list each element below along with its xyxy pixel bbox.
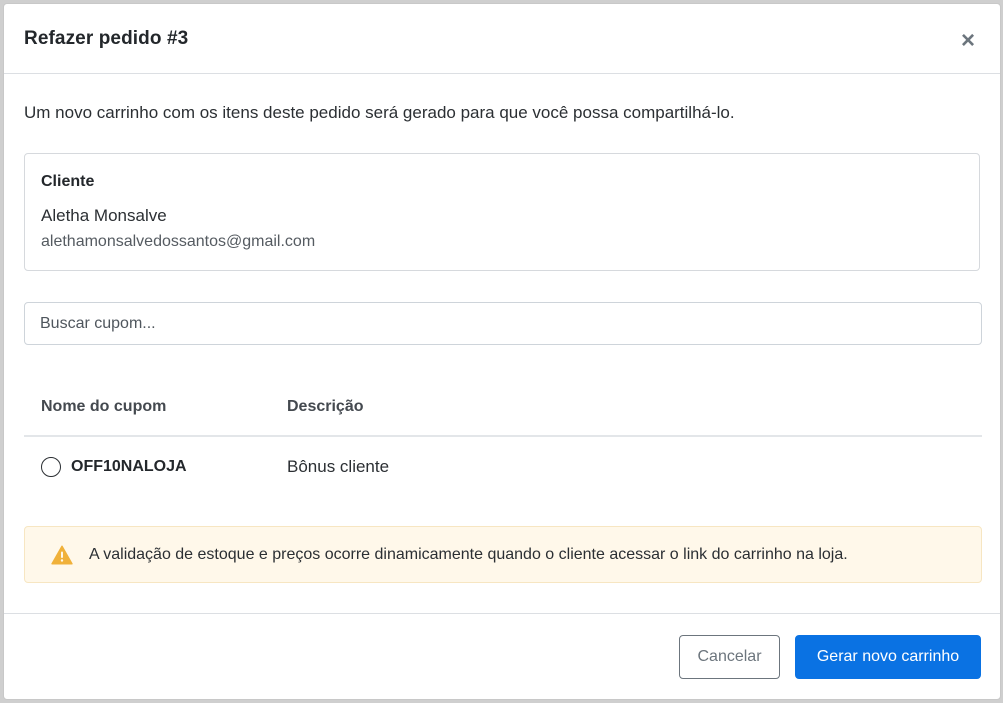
coupon-table: Nome do cupom Descrição OFF10NALOJA Bônu…	[24, 379, 982, 497]
intro-text: Um novo carrinho com os itens deste pedi…	[24, 103, 735, 122]
modal-footer: Cancelar Gerar novo carrinho	[4, 613, 1000, 699]
table-row[interactable]: OFF10NALOJA Bônus cliente	[24, 437, 982, 497]
client-name: Aletha Monsalve	[41, 206, 167, 225]
column-header-coupon-name: Nome do cupom	[41, 398, 167, 415]
warning-triangle-icon	[51, 545, 73, 564]
close-icon[interactable]: ×	[956, 28, 980, 53]
client-email: alethamonsalvedossantos@gmail.com	[41, 233, 316, 250]
modal-title: Refazer pedido #3	[24, 27, 189, 49]
column-header-description: Descrição	[287, 398, 364, 415]
coupon-name-cell: OFF10NALOJA	[24, 457, 287, 477]
coupon-code: OFF10NALOJA	[71, 458, 187, 475]
coupon-radio[interactable]	[41, 457, 61, 477]
coupon-search-input[interactable]	[24, 302, 982, 345]
coupon-description: Bônus cliente	[287, 457, 390, 476]
modal-header: Refazer pedido #3 ×	[4, 4, 1000, 74]
client-card: Cliente Aletha Monsalve alethamonsalvedo…	[24, 153, 980, 271]
modal-body: Um novo carrinho com os itens deste pedi…	[4, 103, 1000, 583]
cancel-button[interactable]: Cancelar	[679, 634, 780, 679]
table-header: Nome do cupom Descrição	[24, 379, 982, 437]
client-heading: Cliente	[41, 173, 95, 190]
warning-alert: A validação de estoque e preços ocorre d…	[24, 526, 982, 583]
generate-cart-button[interactable]: Gerar novo carrinho	[795, 634, 981, 679]
alert-text: A validação de estoque e preços ocorre d…	[89, 545, 848, 563]
redo-order-modal: Refazer pedido #3 × Um novo carrinho com…	[3, 3, 1001, 700]
